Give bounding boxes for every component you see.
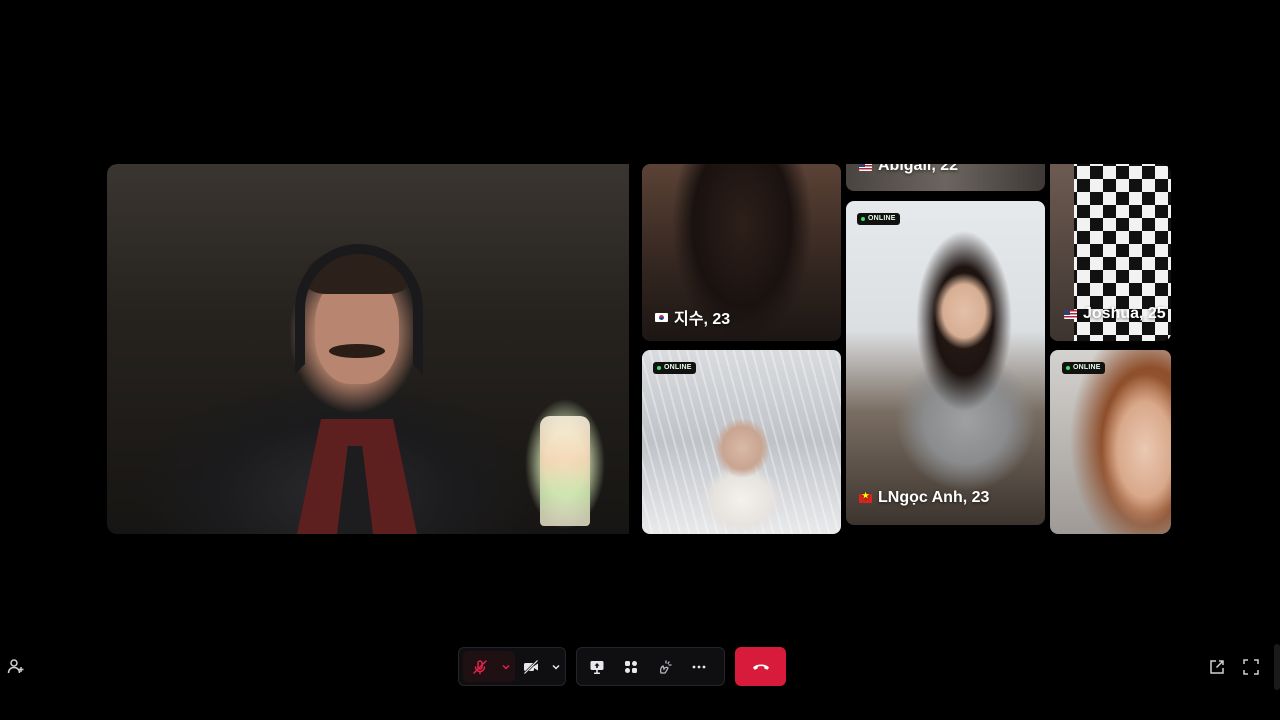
apps-grid-icon: [625, 660, 637, 673]
scrollbar[interactable]: [1274, 644, 1280, 690]
camera-options-dropdown[interactable]: [548, 651, 565, 682]
add-person-icon: [7, 659, 24, 674]
mic-toggle-button[interactable]: [463, 651, 497, 682]
profile-tile-redhair[interactable]: ONLINE: [1050, 350, 1171, 534]
profile-tile-snow[interactable]: ONLINE: [642, 350, 841, 534]
profile-name: Abigail, 22: [859, 164, 958, 175]
add-person-button[interactable]: [5, 656, 27, 678]
activity-controls: [576, 647, 725, 686]
popout-icon: [1210, 660, 1224, 674]
profile-tile-joshua[interactable]: Joshua, 25: [1050, 164, 1171, 341]
flag-vn-icon: [859, 491, 872, 503]
effects-icon: [659, 659, 672, 674]
video-grid: 지수, 23 Abigail, 22 Joshua, 25 ONLINE ONL…: [107, 164, 1171, 534]
media-controls: [458, 647, 566, 686]
more-horizontal-icon: [692, 665, 706, 668]
profile-tile-ngoc-anh[interactable]: ONLINE LNgọc Anh, 23: [846, 201, 1045, 525]
profile-name: 지수, 23: [655, 305, 730, 329]
profile-tile-abigail[interactable]: Abigail, 22: [846, 164, 1045, 191]
profile-name: Joshua, 25: [1064, 305, 1166, 323]
chevron-down-icon: [552, 664, 560, 670]
phone-hangup-icon: [752, 664, 769, 670]
mic-options-dropdown[interactable]: [497, 651, 515, 682]
screen-share-icon: [590, 660, 604, 674]
screen-share-button[interactable]: [580, 651, 614, 682]
flag-us-icon: [859, 164, 872, 171]
popout-button[interactable]: [1206, 656, 1228, 678]
effects-button[interactable]: [648, 651, 682, 682]
online-badge: ONLINE: [857, 213, 900, 225]
online-badge: ONLINE: [1062, 362, 1105, 374]
main-video-feed[interactable]: [107, 164, 629, 534]
apps-button[interactable]: [614, 651, 648, 682]
fullscreen-icon: [1243, 659, 1259, 675]
online-badge: ONLINE: [653, 362, 696, 374]
profile-tile-jisu[interactable]: 지수, 23: [642, 164, 841, 341]
profile-name: LNgọc Anh, 23: [859, 489, 989, 507]
chevron-down-icon: [502, 664, 510, 670]
flag-kr-icon: [655, 312, 668, 322]
camera-toggle-button[interactable]: [515, 651, 548, 682]
camera-off-icon: [523, 658, 540, 675]
fullscreen-button[interactable]: [1240, 656, 1262, 678]
mic-muted-icon: [473, 659, 487, 674]
end-call-button[interactable]: [735, 647, 786, 686]
flag-us-icon: [1064, 309, 1077, 319]
more-options-button[interactable]: [682, 651, 716, 682]
